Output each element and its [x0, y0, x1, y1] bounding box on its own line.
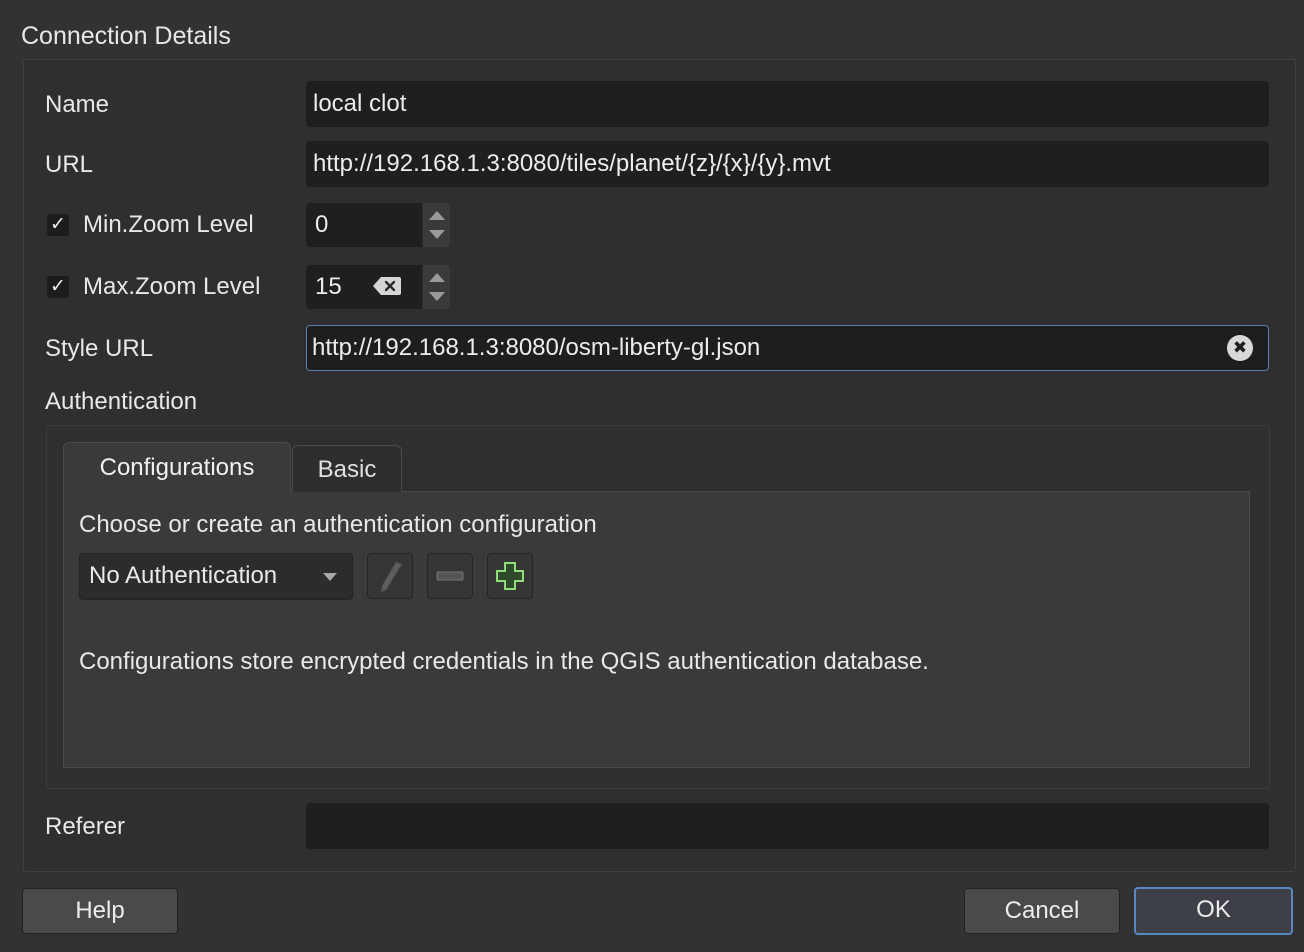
url-input[interactable]: http://192.168.1.3:8080/tiles/planet/{z}… [306, 141, 1269, 187]
remove-config-button[interactable] [427, 553, 473, 599]
minus-icon [436, 571, 464, 581]
spin-down-icon[interactable] [429, 292, 445, 301]
authentication-label: Authentication [45, 388, 198, 415]
name-label: Name [45, 91, 110, 118]
tab-configurations[interactable]: Configurations [63, 442, 291, 493]
max-zoom-stepper[interactable] [422, 265, 450, 309]
min-zoom-label: Min.Zoom Level [83, 211, 254, 238]
auth-info-text: Configurations store encrypted credentia… [79, 648, 929, 675]
referer-input[interactable] [306, 803, 1269, 849]
edit-config-button[interactable] [367, 553, 413, 599]
cancel-button[interactable]: Cancel [964, 888, 1120, 934]
tab-basic[interactable]: Basic [292, 445, 402, 492]
backspace-clear-icon[interactable] [373, 276, 401, 296]
pencil-icon [380, 561, 403, 593]
add-config-button[interactable] [487, 553, 533, 599]
auth-config-select[interactable]: No Authentication [79, 553, 353, 599]
url-label: URL [45, 151, 94, 178]
name-input[interactable]: local clot [306, 81, 1269, 127]
chevron-down-icon [323, 573, 337, 581]
min-zoom-value: 0 [315, 211, 329, 238]
auth-config-select-value: No Authentication [89, 562, 278, 589]
min-zoom-checkbox[interactable]: ✓ [47, 214, 69, 236]
auth-prompt: Choose or create an authentication confi… [79, 511, 597, 538]
referer-label: Referer [45, 813, 126, 840]
spin-up-icon[interactable] [429, 211, 445, 220]
plus-icon [496, 562, 524, 590]
group-title: Connection Details [21, 22, 231, 50]
max-zoom-label: Max.Zoom Level [83, 273, 261, 300]
style-url-input[interactable]: http://192.168.1.3:8080/osm-liberty-gl.j… [306, 325, 1269, 371]
style-url-label: Style URL [45, 335, 154, 362]
ok-button[interactable]: OK [1134, 887, 1293, 935]
clear-icon[interactable]: ✖ [1227, 335, 1253, 361]
spin-up-icon[interactable] [429, 273, 445, 282]
help-button[interactable]: Help [22, 888, 178, 934]
max-zoom-checkbox[interactable]: ✓ [47, 276, 69, 298]
max-zoom-value: 15 [315, 273, 342, 300]
min-zoom-stepper[interactable] [422, 203, 450, 247]
spin-down-icon[interactable] [429, 230, 445, 239]
